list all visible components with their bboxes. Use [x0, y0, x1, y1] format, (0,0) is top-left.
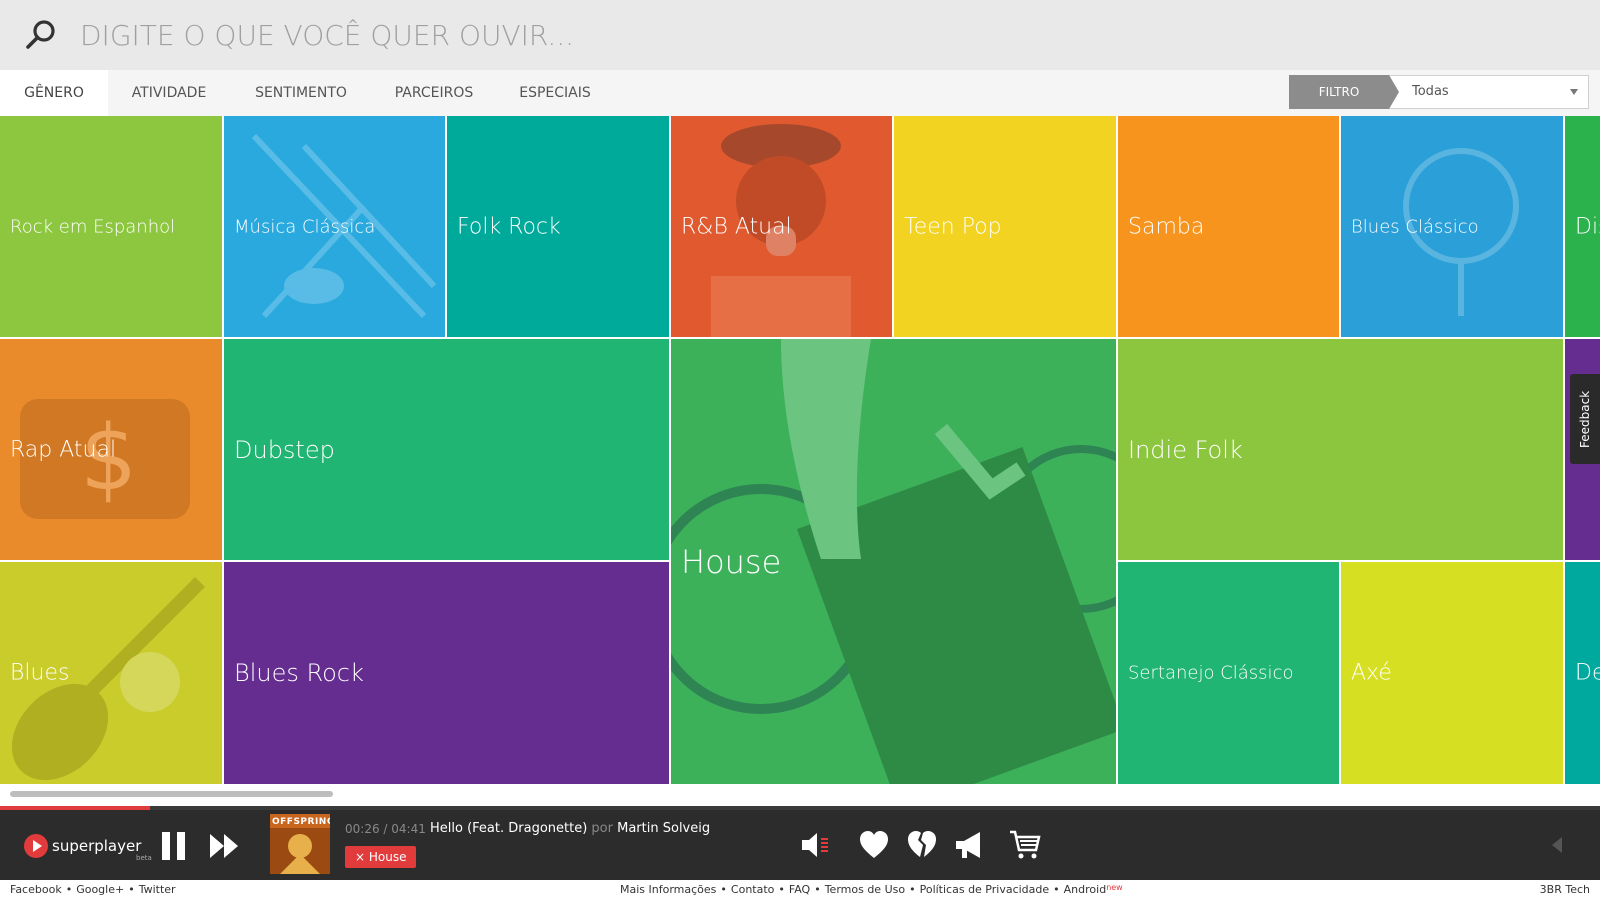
tile-label: Rock em Espanhol	[10, 216, 176, 237]
tile-musica-classica[interactable]: Música Clássica	[224, 116, 445, 337]
tile-rb-atual[interactable]: R&B Atual	[671, 116, 892, 337]
album-cover-text: OFFSPRING	[272, 817, 330, 827]
volume-icon[interactable]	[800, 830, 830, 860]
tile-rock-em-espanhol[interactable]: Rock em Espanhol	[0, 116, 222, 337]
footer-link-mais-informacoes[interactable]: Mais Informações	[620, 883, 716, 896]
tile-label: De	[1575, 660, 1600, 686]
tab-atividade[interactable]: ATIVIDADE	[108, 70, 230, 116]
footer-link-contato[interactable]: Contato	[731, 883, 774, 896]
filter-select[interactable]: Todas	[1389, 75, 1589, 109]
album-cover: OFFSPRING	[270, 814, 330, 874]
tile-label: Rap Atual	[10, 437, 117, 462]
footer-social-links: Facebook • Google+ • Twitter	[10, 883, 176, 896]
android-new-badge: new	[1106, 883, 1123, 892]
footer-credit: 3BR Tech	[1539, 883, 1590, 896]
footer: Facebook • Google+ • Twitter Mais Informaçõe…	[0, 880, 1600, 900]
filter-label-arrow	[1389, 75, 1399, 109]
track-artist[interactable]: Martin Solveig	[617, 821, 710, 836]
tile-label: Axé	[1351, 660, 1392, 686]
tile-label: Dis	[1575, 214, 1600, 239]
footer-link-android[interactable]: Android	[1064, 883, 1107, 896]
chevron-down-icon	[1570, 89, 1578, 95]
logo-beta-badge: beta	[136, 854, 152, 862]
tile-blues-rock[interactable]: Blues Rock	[224, 562, 669, 784]
tile-label: Teen Pop	[904, 214, 1002, 239]
footer-link-faq[interactable]: FAQ	[789, 883, 810, 896]
tab-especiais[interactable]: ESPECIAIS	[496, 70, 614, 116]
broken-heart-icon[interactable]	[906, 830, 938, 860]
skip-forward-icon[interactable]	[208, 832, 242, 860]
tile-label: Folk Rock	[457, 214, 561, 239]
tile-house[interactable]: House	[671, 339, 1116, 784]
tile-label: Música Clássica	[234, 216, 376, 237]
tile-label: Dubstep	[234, 435, 335, 464]
playback-time: 00:26 / 04:41	[345, 822, 426, 836]
tile-label: Sertanejo Clássico	[1128, 662, 1294, 684]
pause-icon[interactable]	[160, 830, 188, 862]
cart-icon[interactable]	[1008, 829, 1042, 861]
track-by: por	[591, 821, 613, 836]
tile-teen-pop[interactable]: Teen Pop	[894, 116, 1116, 337]
tile-axe[interactable]: Axé	[1341, 562, 1563, 784]
logo-play-icon	[24, 834, 48, 858]
logo-text: superplayer	[52, 837, 142, 855]
tile-samba[interactable]: Samba	[1118, 116, 1339, 337]
tile-blues-classico[interactable]: Blues Clássico	[1341, 116, 1563, 337]
filter-value: Todas	[1412, 84, 1449, 99]
tile-label: Blues Rock	[234, 659, 364, 687]
feedback-label: Feedback	[1578, 390, 1592, 448]
track-info: Hello (Feat. Dragonette) por Martin Solv…	[430, 821, 710, 836]
tile-label: Samba	[1128, 214, 1205, 239]
search-icon[interactable]	[24, 18, 58, 52]
tile-label: Blues Clássico	[1351, 216, 1479, 237]
filter-label: FILTRO	[1289, 75, 1389, 109]
search-input[interactable]	[80, 14, 980, 56]
collapse-arrow-icon[interactable]	[1548, 834, 1570, 856]
feedback-tab[interactable]: Feedback	[1570, 374, 1600, 464]
megaphone-icon[interactable]	[954, 830, 986, 860]
footer-link-politicas-de-privacidade[interactable]: Políticas de Privacidade	[920, 883, 1050, 896]
tile-label: House	[681, 542, 782, 581]
tab-parceiros[interactable]: PARCEIROS	[372, 70, 496, 116]
track-title: Hello (Feat. Dragonette)	[430, 821, 588, 836]
tile-label: Blues	[10, 660, 70, 686]
station-chip[interactable]: × House	[345, 846, 417, 868]
close-icon[interactable]: ×	[355, 850, 369, 864]
tile-dis[interactable]: Dis	[1565, 116, 1600, 337]
player-bar: superplayer beta OFFSPRING 00:26 / 04:41…	[0, 810, 1600, 880]
tile-de[interactable]: De	[1565, 562, 1600, 784]
tab-genero[interactable]: GÊNERO	[0, 70, 108, 116]
heart-icon[interactable]	[858, 830, 890, 860]
tile-blues[interactable]: Blues	[0, 562, 222, 784]
footer-link-twitter[interactable]: Twitter	[139, 883, 176, 896]
search-bar	[0, 0, 1600, 70]
tile-label: R&B Atual	[681, 214, 792, 239]
tile-sertanejo-classico[interactable]: Sertanejo Clássico	[1118, 562, 1339, 784]
genre-grid: Rock em Espanhol Música Clássica Folk Ro…	[0, 116, 1600, 784]
tile-rap-atual[interactable]: $ Rap Atual	[0, 339, 222, 560]
station-chip-label: House	[368, 850, 407, 864]
album-art-figure	[270, 828, 330, 874]
footer-link-termos-de-uso[interactable]: Termos de Uso	[825, 883, 905, 896]
footer-link-google-plus[interactable]: Google+	[76, 883, 124, 896]
tile-dubstep[interactable]: Dubstep	[224, 339, 669, 560]
tile-indie-folk[interactable]: Indie Folk	[1118, 339, 1563, 560]
footer-link-facebook[interactable]: Facebook	[10, 883, 62, 896]
horizontal-scrollbar[interactable]	[10, 791, 333, 797]
tile-label: Indie Folk	[1128, 435, 1243, 464]
tile-folk-rock[interactable]: Folk Rock	[447, 116, 669, 337]
footer-info-links: Mais Informações • Contato • FAQ • Termos de U…	[620, 883, 1123, 896]
tab-sentimento[interactable]: SENTIMENTO	[230, 70, 372, 116]
